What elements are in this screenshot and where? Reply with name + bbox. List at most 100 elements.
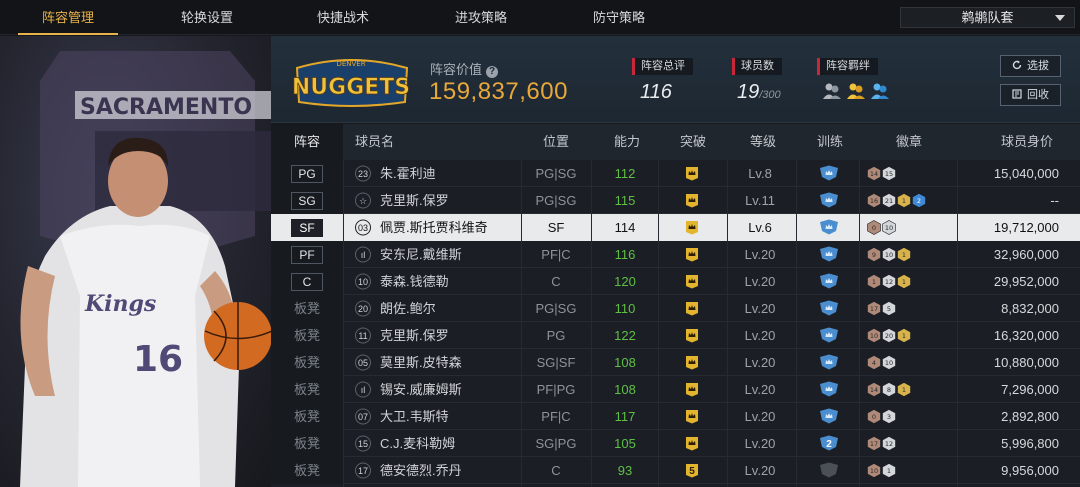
player-salary: 16,320,000 [993,328,1059,343]
lineup-slot[interactable]: 板凳 [271,349,343,376]
help-icon[interactable]: ? [486,66,499,78]
breakthrough-icon[interactable] [677,214,707,241]
lineup-slot[interactable]: 板凳 [271,295,343,322]
select-button[interactable]: 选拔 [1000,55,1061,77]
badge-group[interactable]: 0 10 [867,214,896,241]
training-icon[interactable] [812,241,846,268]
table-header: 阵容 球员名 位置 能力 突破 等级 训练 徽章 球员身价 [271,124,1080,160]
table-row[interactable]: 板凳 20 朗佐.鲍尔 PG|SG 110 Lv.20 17 5 8,832,000 [271,295,1080,322]
player-name[interactable]: 泰森.钱德勒 [380,268,449,295]
player-salary: 19,712,000 [993,220,1059,235]
badge-group[interactable]: 17 12 [867,430,896,457]
badge-group[interactable]: 03 [867,403,896,430]
lineup-slot[interactable]: SF [271,214,343,241]
table-row[interactable]: SG ☆ 克里斯.保罗 PG|SG 115 Lv.11 16 21 1 2 -- [271,187,1080,214]
badge-group[interactable]: 10 20 1 [867,322,911,349]
bond-icon-gold[interactable] [846,82,866,100]
player-name[interactable]: 安东尼.戴维斯 [380,241,462,268]
training-icon[interactable] [812,322,846,349]
training-icon[interactable] [812,160,846,187]
jersey-icon: 23 [355,165,371,182]
training-icon[interactable] [812,349,846,376]
bond-icon-gray[interactable] [822,82,842,100]
badge-icon: 0 [867,409,881,424]
table-row[interactable]: C 10 泰森.钱德勒 C 120 Lv.20 1 12 1 29,952,000 [271,268,1080,295]
svg-text:20: 20 [885,332,893,340]
lineup-slot[interactable]: PF [271,241,343,268]
player-position: C [551,274,561,289]
player-position: PG|SG [535,193,577,208]
lineup-slot[interactable]: 板凳 [271,430,343,457]
player-name[interactable]: 佩贾.斯托贾科维奇 [380,214,488,241]
breakthrough-icon[interactable] [677,403,707,430]
table-row[interactable]: 板凳 07 大卫.韦斯特 PF|C 117 Lv.20 0 3 2,892,800 [271,403,1080,430]
training-icon[interactable] [812,403,846,430]
player-level: Lv.20 [744,355,776,370]
player-salary: 10,880,000 [993,355,1059,370]
badge-group[interactable]: 17 5 [867,295,896,322]
badge-group[interactable]: 1 12 1 [867,268,911,295]
team-select[interactable]: 鹈鹕队套 [900,7,1075,28]
player-name[interactable]: 朱.霍利迪 [380,160,436,187]
tab-defense[interactable]: 防守策略 [569,0,669,35]
badge-group[interactable]: 9 10 1 [867,241,911,268]
breakthrough-icon[interactable] [677,241,707,268]
player-name[interactable]: 克里斯.保罗 [380,187,449,214]
badge-group[interactable]: 4 10 [867,349,896,376]
breakthrough-icon[interactable]: 5 [677,457,707,484]
lineup-slot[interactable]: 板凳 [271,457,343,484]
breakthrough-icon[interactable] [677,322,707,349]
badge-group[interactable]: 10 1 [867,457,896,484]
svg-text:07: 07 [358,412,368,422]
player-ability: 110 [614,301,636,316]
breakthrough-icon[interactable] [677,268,707,295]
col-salary: 球员身价 [1001,134,1054,149]
table-row[interactable]: PG 23 朱.霍利迪 PG|SG 112 Lv.8 14 15 15,040,000 [271,160,1080,187]
recycle-button[interactable]: 回收 [1000,84,1061,106]
player-name[interactable]: 朗佐.鲍尔 [380,295,436,322]
table-row[interactable]: SF 03 佩贾.斯托贾科维奇 SF 114 Lv.6 0 10 19,712,000 [271,214,1080,241]
player-name[interactable]: 大卫.韦斯特 [380,403,449,430]
tab-rotation[interactable]: 轮换设置 [157,0,257,35]
lineup-slot[interactable]: 板凳 [271,322,343,349]
player-name[interactable]: 莫里斯.皮特森 [380,349,462,376]
breakthrough-icon[interactable] [677,349,707,376]
badge-group[interactable]: 14 15 [867,160,896,187]
player-name[interactable]: 克里斯.保罗 [380,322,449,349]
bond-icon-blue[interactable] [870,82,890,100]
player-name[interactable]: C.J.麦科勒姆 [380,430,455,457]
breakthrough-icon[interactable] [677,160,707,187]
table-row[interactable]: 板凳 15 C.J.麦科勒姆 SG|PG 105 Lv.20 2 17 12 5,996,800 [271,430,1080,457]
breakthrough-icon[interactable] [677,430,707,457]
table-row[interactable]: 板凳 11 克里斯.保罗 PG 122 Lv.20 10 20 1 16,320,000 [271,322,1080,349]
training-icon[interactable] [812,295,846,322]
tab-lineup[interactable]: 阵容管理 [18,0,118,35]
training-icon[interactable]: 2 [812,430,846,457]
training-icon[interactable] [812,268,846,295]
breakthrough-icon[interactable] [677,376,707,403]
table-row[interactable]: 板凳 17 德安德烈.乔丹 C 93 5 Lv.20 10 1 9,956,000 [271,457,1080,484]
table-row[interactable]: 板凳 ıl 锡安.威廉姆斯 PF|PG 108 Lv.20 14 8 1 7,296,000 [271,376,1080,403]
lineup-slot[interactable]: PG [271,160,343,187]
training-icon[interactable] [812,457,846,484]
training-icon[interactable] [812,376,846,403]
player-name[interactable]: 锡安.威廉姆斯 [380,376,462,403]
training-icon[interactable] [812,214,846,241]
badge-group[interactable]: 16 21 1 2 [867,187,926,214]
player-count: 球员数 19/300 [732,56,782,104]
table-row[interactable]: 板凳 05 莫里斯.皮特森 SG|SF 108 Lv.20 4 10 10,880,000 [271,349,1080,376]
lineup-slot[interactable]: SG [271,187,343,214]
badge-group[interactable]: 14 8 1 [867,376,911,403]
svg-text:14: 14 [870,170,878,178]
training-icon[interactable] [812,187,846,214]
lineup-slot[interactable]: 板凳 [271,376,343,403]
player-name[interactable]: 德安德烈.乔丹 [380,457,462,484]
jersey-icon: ıl [355,381,371,398]
tab-tactics[interactable]: 快捷战术 [293,0,393,35]
lineup-slot[interactable]: C [271,268,343,295]
breakthrough-icon[interactable] [677,187,707,214]
tab-offense[interactable]: 进攻策略 [431,0,531,35]
table-row[interactable]: PF ıl 安东尼.戴维斯 PF|C 116 Lv.20 9 10 1 32,960,000 [271,241,1080,268]
lineup-slot[interactable]: 板凳 [271,403,343,430]
breakthrough-icon[interactable] [677,295,707,322]
